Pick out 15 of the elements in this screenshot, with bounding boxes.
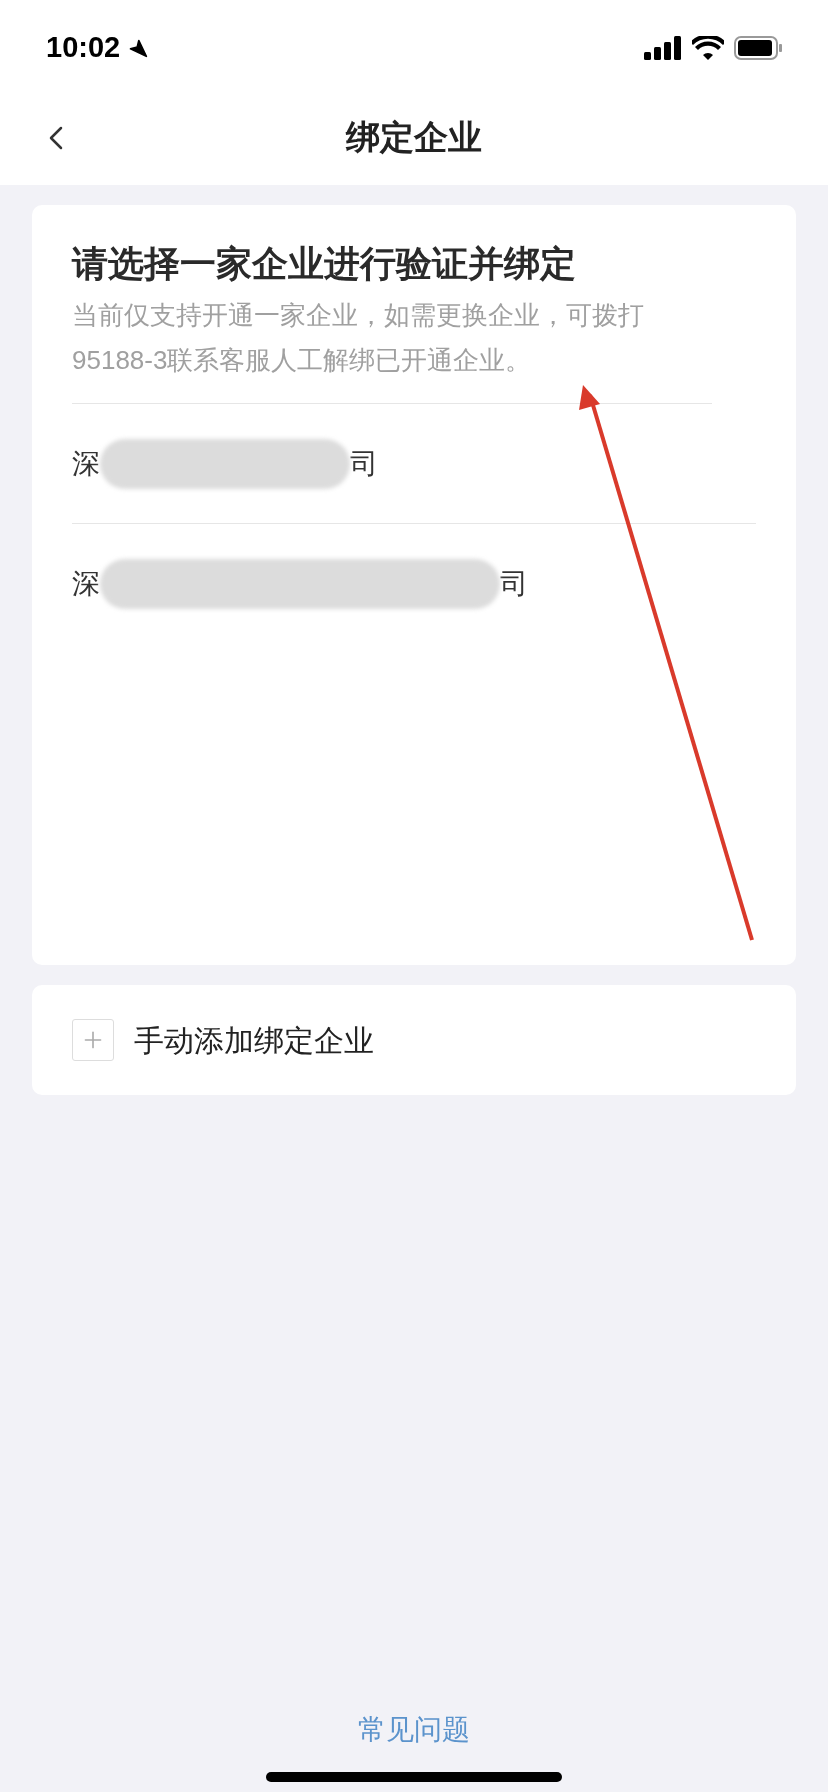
add-company-button[interactable]: 手动添加绑定企业 [32, 985, 796, 1095]
plus-box-icon [72, 1019, 114, 1061]
status-time: 10:02 [46, 30, 121, 66]
card-title: 请选择一家企业进行验证并绑定 [72, 242, 577, 286]
company-name-start: 深 [72, 567, 100, 601]
battery-icon [734, 36, 782, 60]
wifi-icon [692, 36, 724, 60]
company-name-start: 深 [72, 446, 100, 481]
page-title: 绑定企业 [346, 117, 482, 158]
company-item[interactable]: 深 司 [72, 524, 756, 644]
company-name-end: 司 [350, 446, 378, 481]
location-icon [128, 38, 149, 58]
signal-icon [644, 36, 682, 60]
company-name-end: 司 [500, 567, 528, 601]
company-item[interactable]: 深 司 [72, 404, 756, 524]
